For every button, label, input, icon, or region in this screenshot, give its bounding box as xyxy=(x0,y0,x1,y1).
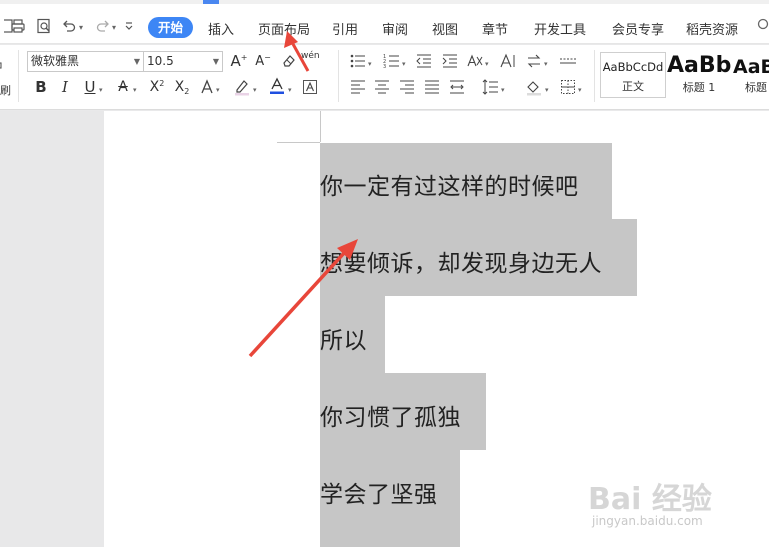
style-heading-1-sample: AaBb xyxy=(667,53,732,78)
chinese-layout-dropdown-icon[interactable]: ▾ xyxy=(485,60,489,68)
font-size-value: 10.5 xyxy=(147,54,174,68)
borders-dropdown-icon[interactable]: ▾ xyxy=(578,86,582,94)
font-color-icon[interactable] xyxy=(267,76,287,96)
tab-view[interactable]: 视图 xyxy=(432,19,458,38)
group-separator xyxy=(338,50,339,102)
active-doc-indicator xyxy=(203,0,219,4)
style-heading-sample: AaB xyxy=(733,56,769,78)
character-border-icon[interactable] xyxy=(300,77,320,97)
redo-dropdown-icon[interactable]: ▾ xyxy=(112,23,116,32)
undo-icon[interactable] xyxy=(60,17,78,35)
text-direction-icon[interactable] xyxy=(498,51,518,71)
redo-icon[interactable] xyxy=(94,17,112,35)
subscript-icon[interactable]: X2 xyxy=(172,77,192,97)
watermark-url: jingyan.baidu.com xyxy=(592,514,703,528)
format-painter-icon[interactable] xyxy=(0,58,6,78)
print-preview-icon[interactable] xyxy=(35,17,53,35)
print-icon[interactable] xyxy=(9,17,27,35)
tab-insert[interactable]: 插入 xyxy=(208,19,234,38)
strikethrough-dropdown-icon[interactable]: ▾ xyxy=(133,86,137,94)
customize-toolbar-icon[interactable] xyxy=(120,17,138,35)
font-name-dropdown-icon[interactable]: ▼ xyxy=(134,52,140,71)
tab-developer[interactable]: 开发工具 xyxy=(534,19,586,38)
sort-icon[interactable] xyxy=(524,51,544,71)
style-normal-sample: AaBbCcDd xyxy=(602,60,664,74)
clear-format-eraser-icon[interactable] xyxy=(279,51,299,71)
tab-sections[interactable]: 章节 xyxy=(482,19,508,38)
decrease-indent-icon[interactable] xyxy=(414,51,434,71)
font-color-dropdown-icon[interactable]: ▾ xyxy=(288,86,292,94)
bold-icon[interactable]: B xyxy=(31,77,51,97)
line-spacing-dropdown-icon[interactable]: ▾ xyxy=(501,86,505,94)
paragraph-line[interactable]: 你习惯了孤独 xyxy=(320,398,461,432)
style-heading-1[interactable]: AaBb 标题 1 xyxy=(667,52,731,98)
font-size-combo[interactable]: 10.5 ▼ xyxy=(143,51,223,72)
paragraph-line[interactable]: 你一定有过这样的时候吧 xyxy=(320,167,579,201)
tab-page-layout[interactable]: 页面布局 xyxy=(258,19,310,38)
increase-indent-icon[interactable] xyxy=(440,51,460,71)
format-painter-label: 刷 xyxy=(0,84,11,97)
shrink-font-icon[interactable]: A − xyxy=(253,51,273,71)
text-effect-dropdown-icon[interactable]: ▾ xyxy=(216,86,220,94)
distributed-align-icon[interactable] xyxy=(447,77,467,97)
highlight-dropdown-icon[interactable]: ▾ xyxy=(253,86,257,94)
sort-dropdown-icon[interactable]: ▾ xyxy=(544,60,548,68)
text-effect-icon[interactable] xyxy=(197,77,217,97)
font-name-value: 微软雅黑 xyxy=(31,54,80,68)
undo-dropdown-icon[interactable]: ▾ xyxy=(79,23,83,32)
style-heading[interactable]: AaB 标题 xyxy=(731,52,769,98)
pinyin-guide-label[interactable]: wén xyxy=(301,51,320,61)
strikethrough-icon[interactable]: A xyxy=(113,77,133,97)
margin-corner-mark xyxy=(277,142,320,143)
baidu-jingyan-watermark: Bai 经验 jingyan.baidu.com xyxy=(588,470,768,540)
shading-icon[interactable] xyxy=(524,77,544,97)
grow-font-icon[interactable]: A + xyxy=(229,51,249,71)
paragraph-line[interactable]: 想要倾诉，却发现身边无人 xyxy=(320,244,602,278)
font-name-combo[interactable]: 微软雅黑 ▼ xyxy=(27,51,144,72)
tab-docer-resources[interactable]: 稻壳资源 xyxy=(686,19,738,38)
tab-member[interactable]: 会员专享 xyxy=(612,19,664,38)
numbered-list-icon[interactable]: 123 xyxy=(382,51,402,71)
tab-home[interactable]: 开始 xyxy=(148,17,194,38)
svg-text:3: 3 xyxy=(383,64,386,69)
show-marks-icon[interactable] xyxy=(558,51,578,71)
chinese-layout-icon[interactable] xyxy=(465,51,485,71)
menu-bar: ▾ ▾ 开始 插入 页面布局 引用 审阅 视图 章节 开发工具 会员专享 稻壳资… xyxy=(0,0,769,44)
shading-dropdown-icon[interactable]: ▾ xyxy=(545,86,549,94)
align-right-icon[interactable] xyxy=(397,77,417,97)
style-heading-name: 标题 xyxy=(745,81,767,94)
tab-references[interactable]: 引用 xyxy=(332,19,358,38)
watermark-logo-text: Bai 经验 xyxy=(588,482,712,517)
underline-icon[interactable]: U xyxy=(80,77,100,97)
highlight-icon[interactable] xyxy=(232,77,252,97)
style-normal[interactable]: AaBbCcDd 正文 xyxy=(600,52,666,98)
italic-icon[interactable]: I xyxy=(55,77,75,97)
title-strip xyxy=(0,0,769,4)
paragraph-line[interactable]: 所以 xyxy=(320,321,367,355)
bullet-list-dropdown-icon[interactable]: ▾ xyxy=(368,60,372,68)
underline-dropdown-icon[interactable]: ▾ xyxy=(99,86,103,94)
align-left-icon[interactable] xyxy=(348,77,368,97)
tab-review[interactable]: 审阅 xyxy=(382,19,408,38)
align-center-icon[interactable] xyxy=(372,77,392,97)
font-size-dropdown-icon[interactable]: ▼ xyxy=(213,52,219,71)
style-heading-1-name: 标题 1 xyxy=(682,81,716,94)
superscript-icon[interactable]: X2 xyxy=(147,77,167,97)
style-normal-name: 正文 xyxy=(622,80,644,93)
line-spacing-icon[interactable] xyxy=(480,77,500,97)
numbered-list-dropdown-icon[interactable]: ▾ xyxy=(402,60,406,68)
paragraph-line[interactable]: 学会了坚强 xyxy=(320,475,438,509)
bullet-list-icon[interactable] xyxy=(348,51,368,71)
borders-icon[interactable] xyxy=(558,77,578,97)
group-separator xyxy=(18,50,19,102)
search-icon[interactable] xyxy=(757,18,769,32)
justify-icon[interactable] xyxy=(422,77,442,97)
group-separator xyxy=(594,50,595,102)
margin-corner-mark xyxy=(320,111,321,142)
